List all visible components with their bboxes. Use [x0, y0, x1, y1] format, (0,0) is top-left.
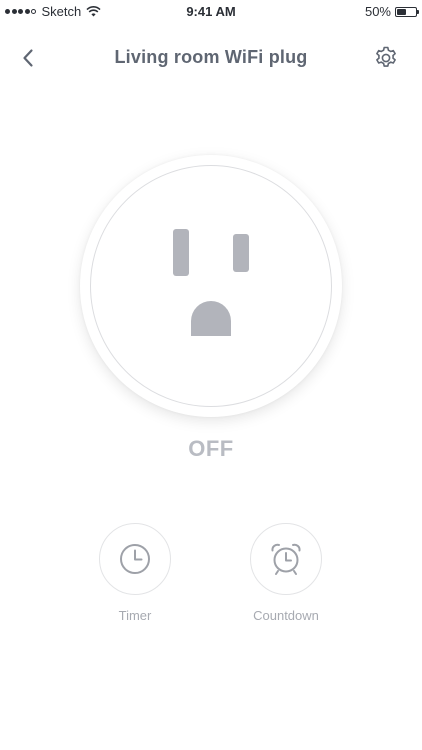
chevron-left-icon [23, 49, 33, 67]
timer-action: Timer [80, 523, 190, 623]
outlet-icon [173, 229, 249, 336]
clock-icon [120, 544, 150, 574]
battery-percent: 50% [364, 4, 391, 19]
power-toggle-button[interactable] [80, 155, 342, 417]
timer-button[interactable] [99, 523, 171, 595]
timer-label: Timer [118, 608, 152, 623]
battery-icon [395, 6, 419, 17]
status-time: 9:41 AM [186, 4, 236, 19]
power-toggle-inner-ring [90, 165, 332, 407]
countdown-action: Countdown [231, 523, 341, 623]
status-bar: Sketch 9:41 AM 50% [0, 0, 422, 24]
back-button[interactable] [14, 44, 42, 72]
nav-bar: Living room WiFi plug [0, 36, 422, 80]
alarm-clock-icon [271, 543, 301, 575]
countdown-label: Countdown [253, 608, 319, 623]
status-right: 50% [364, 4, 419, 19]
settings-button[interactable] [372, 44, 400, 72]
battery-fill [397, 8, 406, 15]
page-title: Living room WiFi plug [114, 47, 308, 67]
gear-icon [376, 46, 396, 67]
power-state-label: OFF [188, 436, 234, 461]
countdown-button[interactable] [250, 523, 322, 595]
